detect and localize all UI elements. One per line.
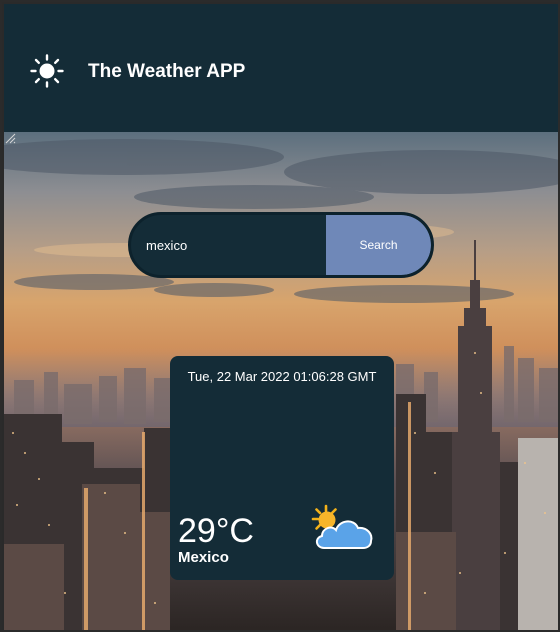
partly-cloudy-icon xyxy=(311,504,373,549)
app-window: The Weather APP mexico Search Tue, 22 Ma… xyxy=(0,0,560,632)
search-bar: Search xyxy=(128,212,434,278)
weather-card: Tue, 22 Mar 2022 01:06:28 GMT 29°C Mexic… xyxy=(170,356,394,580)
date-time: Tue, 22 Mar 2022 01:06:28 GMT xyxy=(187,369,377,384)
sun-icon xyxy=(30,54,64,88)
app-title: The Weather APP xyxy=(88,61,246,82)
city-name: Mexico xyxy=(178,549,229,566)
resize-grip-icon[interactable] xyxy=(4,132,16,144)
city-search-input[interactable] xyxy=(131,215,326,275)
search-button[interactable]: Search xyxy=(326,215,431,275)
app-header: The Weather APP xyxy=(4,4,558,132)
temperature: 29°C xyxy=(178,512,254,550)
